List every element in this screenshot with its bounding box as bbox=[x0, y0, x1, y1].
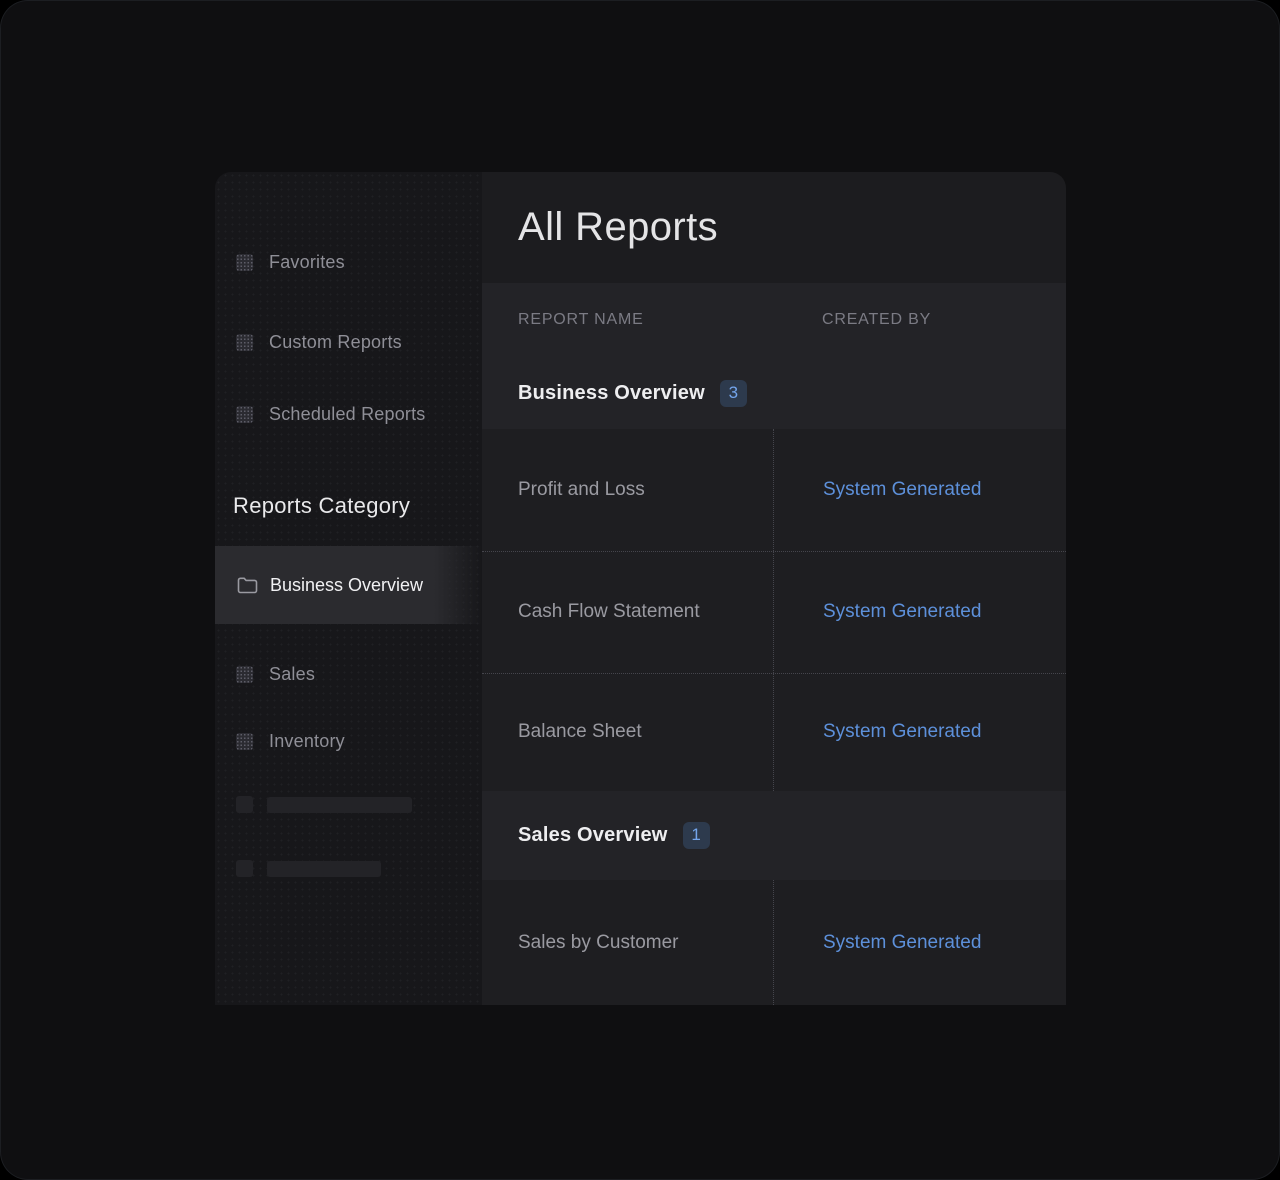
favorites-icon bbox=[236, 254, 253, 271]
section-name: Business Overview bbox=[518, 382, 705, 405]
scheduled-reports-icon bbox=[236, 406, 253, 423]
sidebar-selected-label: Business Overview bbox=[270, 575, 423, 596]
sidebar-item-label: Sales bbox=[269, 664, 315, 685]
reports-sidebar: Favorites Custom Reports Scheduled Repor… bbox=[215, 172, 482, 1005]
skeleton-bar bbox=[267, 797, 412, 813]
skeleton-icon bbox=[236, 796, 253, 813]
page-title: All Reports bbox=[518, 205, 718, 250]
skeleton-row bbox=[236, 860, 381, 877]
sidebar-item-label: Custom Reports bbox=[269, 332, 402, 353]
table-row: Profit and Loss System Generated bbox=[482, 429, 1066, 552]
report-link[interactable]: Sales by Customer bbox=[518, 932, 679, 954]
sidebar-item-business-overview-selected[interactable]: Business Overview bbox=[215, 546, 482, 624]
sales-icon bbox=[236, 666, 253, 683]
report-link[interactable]: Profit and Loss bbox=[518, 479, 645, 501]
sidebar-item-label: Inventory bbox=[269, 731, 345, 752]
created-by-link[interactable]: System Generated bbox=[823, 932, 981, 954]
reports-category-heading: Reports Category bbox=[233, 489, 410, 523]
section-name: Sales Overview bbox=[518, 824, 668, 847]
skeleton-bar bbox=[267, 861, 381, 877]
report-link[interactable]: Balance Sheet bbox=[518, 721, 642, 743]
skeleton-row bbox=[236, 796, 412, 813]
section-header-business-overview[interactable]: Business Overview 3 bbox=[482, 358, 1066, 430]
app-canvas: Favorites Custom Reports Scheduled Repor… bbox=[0, 0, 1280, 1180]
reports-card: Favorites Custom Reports Scheduled Repor… bbox=[215, 172, 1066, 1005]
sidebar-item-inventory[interactable]: Inventory bbox=[215, 724, 482, 758]
inventory-icon bbox=[236, 733, 253, 750]
table-row: Cash Flow Statement System Generated bbox=[482, 552, 1066, 674]
table-row: Sales by Customer System Generated bbox=[482, 880, 1066, 1005]
sidebar-item-label: Scheduled Reports bbox=[269, 404, 426, 425]
column-header-created-by: CREATED BY bbox=[773, 311, 1066, 329]
reports-main-panel: All Reports REPORT NAME CREATED BY Busin… bbox=[482, 172, 1066, 1005]
title-area: All Reports bbox=[482, 172, 1066, 283]
section-header-sales-overview[interactable]: Sales Overview 1 bbox=[482, 791, 1066, 881]
folder-icon bbox=[237, 577, 258, 594]
report-link[interactable]: Cash Flow Statement bbox=[518, 601, 700, 623]
skeleton-icon bbox=[236, 860, 253, 877]
sidebar-item-custom-reports[interactable]: Custom Reports bbox=[215, 325, 482, 359]
custom-reports-icon bbox=[236, 334, 253, 351]
column-header-report-name: REPORT NAME bbox=[482, 311, 773, 329]
sidebar-item-label: Favorites bbox=[269, 252, 345, 273]
created-by-link[interactable]: System Generated bbox=[823, 601, 981, 623]
table-row: Balance Sheet System Generated bbox=[482, 674, 1066, 791]
created-by-link[interactable]: System Generated bbox=[823, 721, 981, 743]
section-count-badge: 3 bbox=[720, 380, 747, 407]
table-header: REPORT NAME CREATED BY bbox=[482, 283, 1066, 358]
created-by-link[interactable]: System Generated bbox=[823, 479, 981, 501]
sidebar-item-favorites[interactable]: Favorites bbox=[215, 245, 482, 279]
sidebar-item-sales[interactable]: Sales bbox=[215, 657, 482, 691]
section-count-badge: 1 bbox=[683, 822, 710, 849]
sidebar-item-scheduled-reports[interactable]: Scheduled Reports bbox=[215, 397, 482, 431]
